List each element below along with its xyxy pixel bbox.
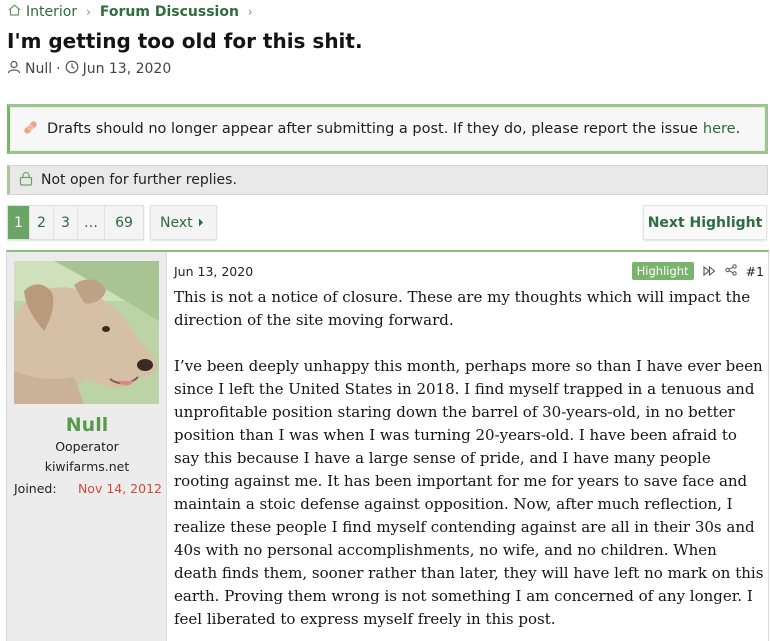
meta-separator: ·	[56, 61, 61, 77]
post-user-cell: Null Ooperator kiwifarms.net Joined: Nov…	[7, 252, 167, 641]
bandaid-icon	[22, 119, 39, 140]
post-actions: Highlight #1	[631, 262, 764, 280]
pagination: 1 2 3 … 69 Next	[7, 205, 217, 240]
joined-label: Joined:	[14, 481, 57, 496]
joined-date: Nov 14, 2012	[77, 481, 162, 496]
joined-info: Joined: Nov 14, 2012	[14, 481, 162, 496]
locked-text: Not open for further replies.	[41, 172, 237, 188]
user-title: Ooperator	[55, 439, 119, 454]
user-banner: kiwifarms.net	[44, 459, 130, 474]
site-notice: Drafts should no longer appear after sub…	[7, 104, 768, 154]
post-number[interactable]: #1	[746, 264, 764, 279]
post: Null Ooperator kiwifarms.net Joined: Nov…	[6, 250, 769, 641]
clock-icon	[65, 60, 79, 78]
post-paragraph: I’ve been deeply unhappy this month, per…	[174, 357, 764, 628]
chevron-right-icon: ›	[247, 5, 253, 19]
post-header: Jun 13, 2020 Highlight #1	[174, 261, 764, 281]
page-link-last[interactable]: 69	[105, 206, 143, 239]
user-icon	[7, 60, 21, 78]
breadcrumb: Interior › Forum Discussion ›	[8, 2, 262, 22]
home-icon	[8, 4, 21, 20]
page-link-current[interactable]: 1	[8, 206, 30, 239]
share-icon[interactable]	[724, 263, 737, 279]
thread-meta: Null · Jun 13, 2020	[7, 59, 171, 79]
post-date[interactable]: Jun 13, 2020	[174, 264, 253, 279]
notice-text: Drafts should no longer appear after sub…	[47, 121, 698, 137]
locked-notice: Not open for further replies.	[7, 165, 768, 195]
avatar[interactable]	[14, 261, 159, 404]
notice-end: .	[735, 121, 741, 137]
next-page-button[interactable]: Next	[150, 205, 217, 240]
next-page-label: Next	[160, 214, 193, 231]
next-highlight-button[interactable]: Next Highlight	[643, 205, 767, 240]
page-jump-ellipsis[interactable]: …	[78, 206, 105, 239]
breadcrumb-home-label: Interior	[26, 4, 78, 20]
page-links: 1 2 3 … 69	[7, 205, 144, 240]
thread-date[interactable]: Jun 13, 2020	[83, 61, 172, 77]
page-link[interactable]: 2	[30, 206, 54, 239]
highlight-badge[interactable]: Highlight	[631, 262, 694, 280]
page-title: I'm getting too old for this shit.	[7, 29, 363, 53]
breadcrumb-home[interactable]: Interior	[8, 4, 77, 20]
post-body: This is not a notice of closure. These a…	[174, 286, 764, 641]
thread-author[interactable]: Null	[25, 61, 52, 77]
breadcrumb-section[interactable]: Forum Discussion	[100, 4, 239, 20]
page-link[interactable]: 3	[54, 206, 78, 239]
caret-right-icon	[198, 215, 204, 231]
post-paragraph: This is not a notice of closure. These a…	[174, 288, 751, 329]
notice-link[interactable]: here	[703, 121, 736, 137]
fast-forward-icon[interactable]	[703, 264, 716, 279]
post-username[interactable]: Null	[7, 414, 167, 436]
chevron-right-icon: ›	[86, 5, 91, 19]
lock-icon	[19, 171, 33, 190]
